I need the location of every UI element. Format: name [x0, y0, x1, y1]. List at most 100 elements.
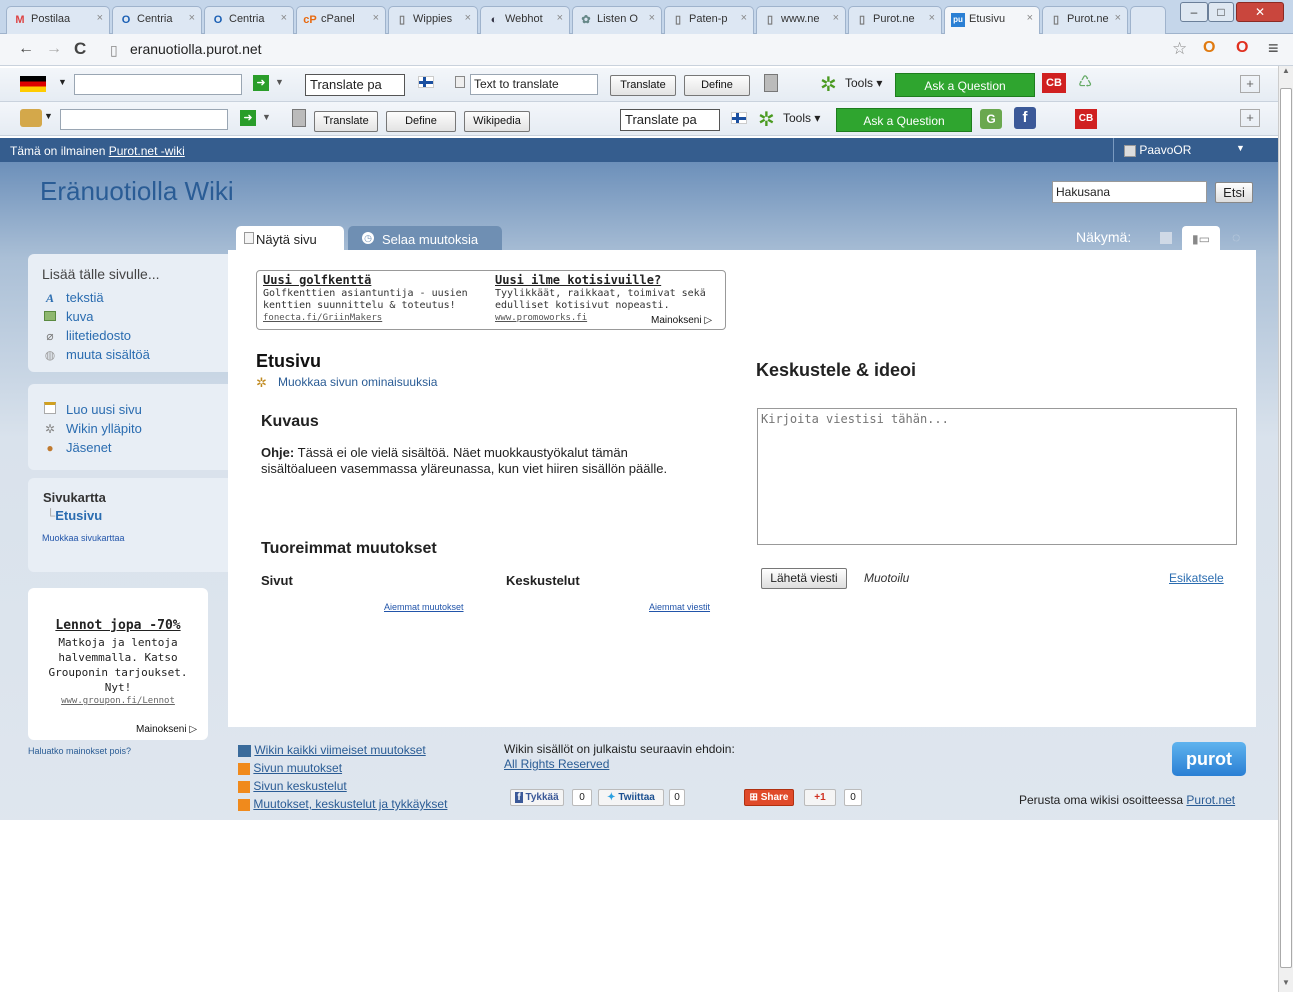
discussion-view-icon[interactable]: ▮▭: [1182, 226, 1220, 252]
tweet-button[interactable]: ✦ Twiittaa: [598, 789, 664, 806]
ad2-title[interactable]: Uusi ilme kotisivuille?: [495, 273, 661, 287]
browser-tab[interactable]: ◐ Webhot ×: [480, 6, 570, 34]
browser-tab[interactable]: O Centria ×: [204, 6, 294, 34]
ads-mainokseni[interactable]: Mainokseni ▷: [651, 315, 712, 326]
chevron-down-icon[interactable]: ▼: [262, 112, 271, 122]
tab-browse-changes[interactable]: ◷ Selaa muutoksia: [348, 226, 502, 252]
star-icon[interactable]: ☆: [1172, 39, 1187, 59]
recycle-icon[interactable]: ♺: [1078, 72, 1092, 92]
chat-view-icon[interactable]: ◌: [1232, 229, 1240, 245]
chevron-down-icon[interactable]: ▼: [58, 77, 67, 87]
reload-icon[interactable]: C: [74, 39, 86, 59]
calculator-icon[interactable]: [292, 109, 306, 127]
footer-link-all-activity[interactable]: Muutokset, keskustelut ja tykkäykset: [238, 797, 447, 811]
footer-link-page-changes[interactable]: Sivun muutokset: [238, 761, 342, 775]
scroll-up-icon[interactable]: ▲: [1282, 66, 1290, 75]
browser-tab[interactable]: ✿ Listen O ×: [572, 6, 662, 34]
define-button[interactable]: Define: [386, 111, 456, 132]
arrow-right-icon[interactable]: ➜: [253, 75, 269, 91]
scrollbar[interactable]: ▲ ▼: [1278, 66, 1293, 992]
older-changes-link[interactable]: Aiemmat muutokset: [384, 602, 464, 612]
minimize-icon[interactable]: –: [1180, 2, 1208, 22]
german-flag-icon[interactable]: [20, 76, 46, 92]
sidebar-item-wiki-admin[interactable]: ✲ Wikin ylläpito: [42, 421, 142, 436]
facebook-like-button[interactable]: f Tykkää: [510, 789, 564, 806]
toolbar-search-input[interactable]: [74, 74, 242, 95]
older-messages-link[interactable]: Aiemmat viestit: [649, 602, 710, 612]
browser-tab[interactable]: ▯ Purot.ne ×: [1042, 6, 1128, 34]
close-icon[interactable]: ×: [189, 12, 195, 24]
arrow-right-icon[interactable]: ➜: [240, 110, 256, 126]
ad2-url[interactable]: www.promoworks.fi: [495, 313, 587, 323]
sitemap-item-etusivu[interactable]: └Etusivu: [46, 508, 102, 523]
opera-extension-icon[interactable]: O: [1236, 39, 1248, 57]
forward-icon[interactable]: →: [46, 40, 62, 58]
translate-page-select[interactable]: Translate pa: [620, 109, 720, 131]
preview-link[interactable]: Esikatsele: [1169, 571, 1224, 585]
sidebar-item-image[interactable]: kuva: [42, 309, 93, 324]
ask-question-button[interactable]: Ask a Question: [836, 108, 972, 132]
send-message-button[interactable]: Lähetä viesti: [761, 568, 847, 589]
finnish-flag-icon[interactable]: [731, 112, 747, 124]
maximize-icon[interactable]: □: [1208, 2, 1234, 22]
tools-menu[interactable]: Tools ▾: [845, 76, 882, 90]
calculator-icon[interactable]: [764, 74, 778, 92]
finnish-flag-icon[interactable]: [418, 76, 434, 88]
share-button[interactable]: ⊞ Share: [744, 789, 794, 806]
flag-icon[interactable]: [20, 109, 42, 127]
purot-logo[interactable]: purot: [1172, 742, 1246, 776]
purot-net-link[interactable]: Purot.net: [1186, 793, 1235, 807]
browser-tab[interactable]: ▯ Purot.ne ×: [848, 6, 942, 34]
side-ad-url[interactable]: www.groupon.fi/Lennot: [28, 696, 208, 706]
footer-link-all-changes[interactable]: Wikin kaikki viimeiset muutokset: [238, 743, 426, 757]
license-link[interactable]: All Rights Reserved: [504, 757, 609, 771]
browser-tab[interactable]: ▯ Wippies ×: [388, 6, 478, 34]
close-icon[interactable]: ×: [1115, 12, 1121, 24]
new-tab-button[interactable]: [1130, 6, 1166, 34]
tab-show-page[interactable]: Näytä sivu: [236, 226, 344, 252]
message-textarea[interactable]: [757, 408, 1237, 545]
user-menu[interactable]: PaavoOR ▼: [1113, 138, 1253, 162]
translate-button[interactable]: Translate: [610, 75, 676, 96]
sidebar-item-members[interactable]: ● Jäsenet: [42, 440, 111, 455]
browser-tab[interactable]: O Centria ×: [112, 6, 202, 34]
side-ad-title[interactable]: Lennot jopa -70%: [28, 618, 208, 633]
toolbar-search-input[interactable]: [60, 109, 228, 130]
search-input[interactable]: Hakusana: [1052, 181, 1207, 203]
text-to-translate-input[interactable]: Text to translate: [470, 74, 598, 95]
close-icon[interactable]: ×: [97, 12, 103, 24]
side-ad[interactable]: Lennot jopa -70% Matkoja ja lentoja halv…: [28, 588, 208, 740]
menu-icon[interactable]: ≡: [1268, 38, 1279, 59]
close-icon[interactable]: ×: [557, 12, 563, 24]
g-icon[interactable]: G: [980, 109, 1002, 129]
close-window-icon[interactable]: ✕: [1236, 2, 1284, 22]
plus-icon[interactable]: +: [1240, 109, 1260, 127]
url-field[interactable]: ▯ eranuotiolla.purot.net: [100, 38, 1200, 62]
chevron-down-icon[interactable]: ▼: [275, 77, 284, 87]
scroll-down-icon[interactable]: ▼: [1282, 978, 1290, 987]
browser-tab[interactable]: M Postilaa ×: [6, 6, 110, 34]
wikipedia-button[interactable]: Wikipedia: [464, 111, 530, 132]
sidebar-item-new-page[interactable]: Luo uusi sivu: [42, 402, 142, 417]
close-icon[interactable]: ×: [741, 12, 747, 24]
sidebar-item-other[interactable]: ◍ muuta sisältöä: [42, 347, 150, 362]
translate-page-select[interactable]: Translate pa: [305, 74, 405, 96]
ad1-url[interactable]: fonecta.fi/GriinMakers: [263, 313, 382, 323]
formatting-link[interactable]: Muotoilu: [864, 571, 909, 585]
browser-tab-active[interactable]: pu Etusivu ×: [944, 6, 1040, 35]
close-icon[interactable]: ×: [833, 12, 839, 24]
footer-link-page-discussions[interactable]: Sivun keskustelut: [238, 779, 347, 793]
side-ad-mainokseni[interactable]: Mainokseni ▷: [136, 724, 197, 735]
cb-icon[interactable]: CB: [1042, 73, 1066, 93]
search-button[interactable]: Etsi: [1215, 182, 1253, 203]
sidebar-item-text[interactable]: Atekstiä: [42, 290, 104, 305]
plus-icon[interactable]: +: [1240, 75, 1260, 93]
gplus-button[interactable]: +1: [804, 789, 836, 806]
scrollbar-thumb[interactable]: [1280, 88, 1292, 968]
sidebar-item-attachment[interactable]: ⌀ liitetiedosto: [42, 328, 131, 343]
close-icon[interactable]: ×: [1027, 12, 1033, 24]
close-icon[interactable]: ×: [281, 12, 287, 24]
edit-properties-link[interactable]: ✲ Muokkaa sivun ominaisuuksia: [256, 375, 437, 390]
close-icon[interactable]: ×: [929, 12, 935, 24]
extension-icon[interactable]: O: [1203, 39, 1215, 57]
